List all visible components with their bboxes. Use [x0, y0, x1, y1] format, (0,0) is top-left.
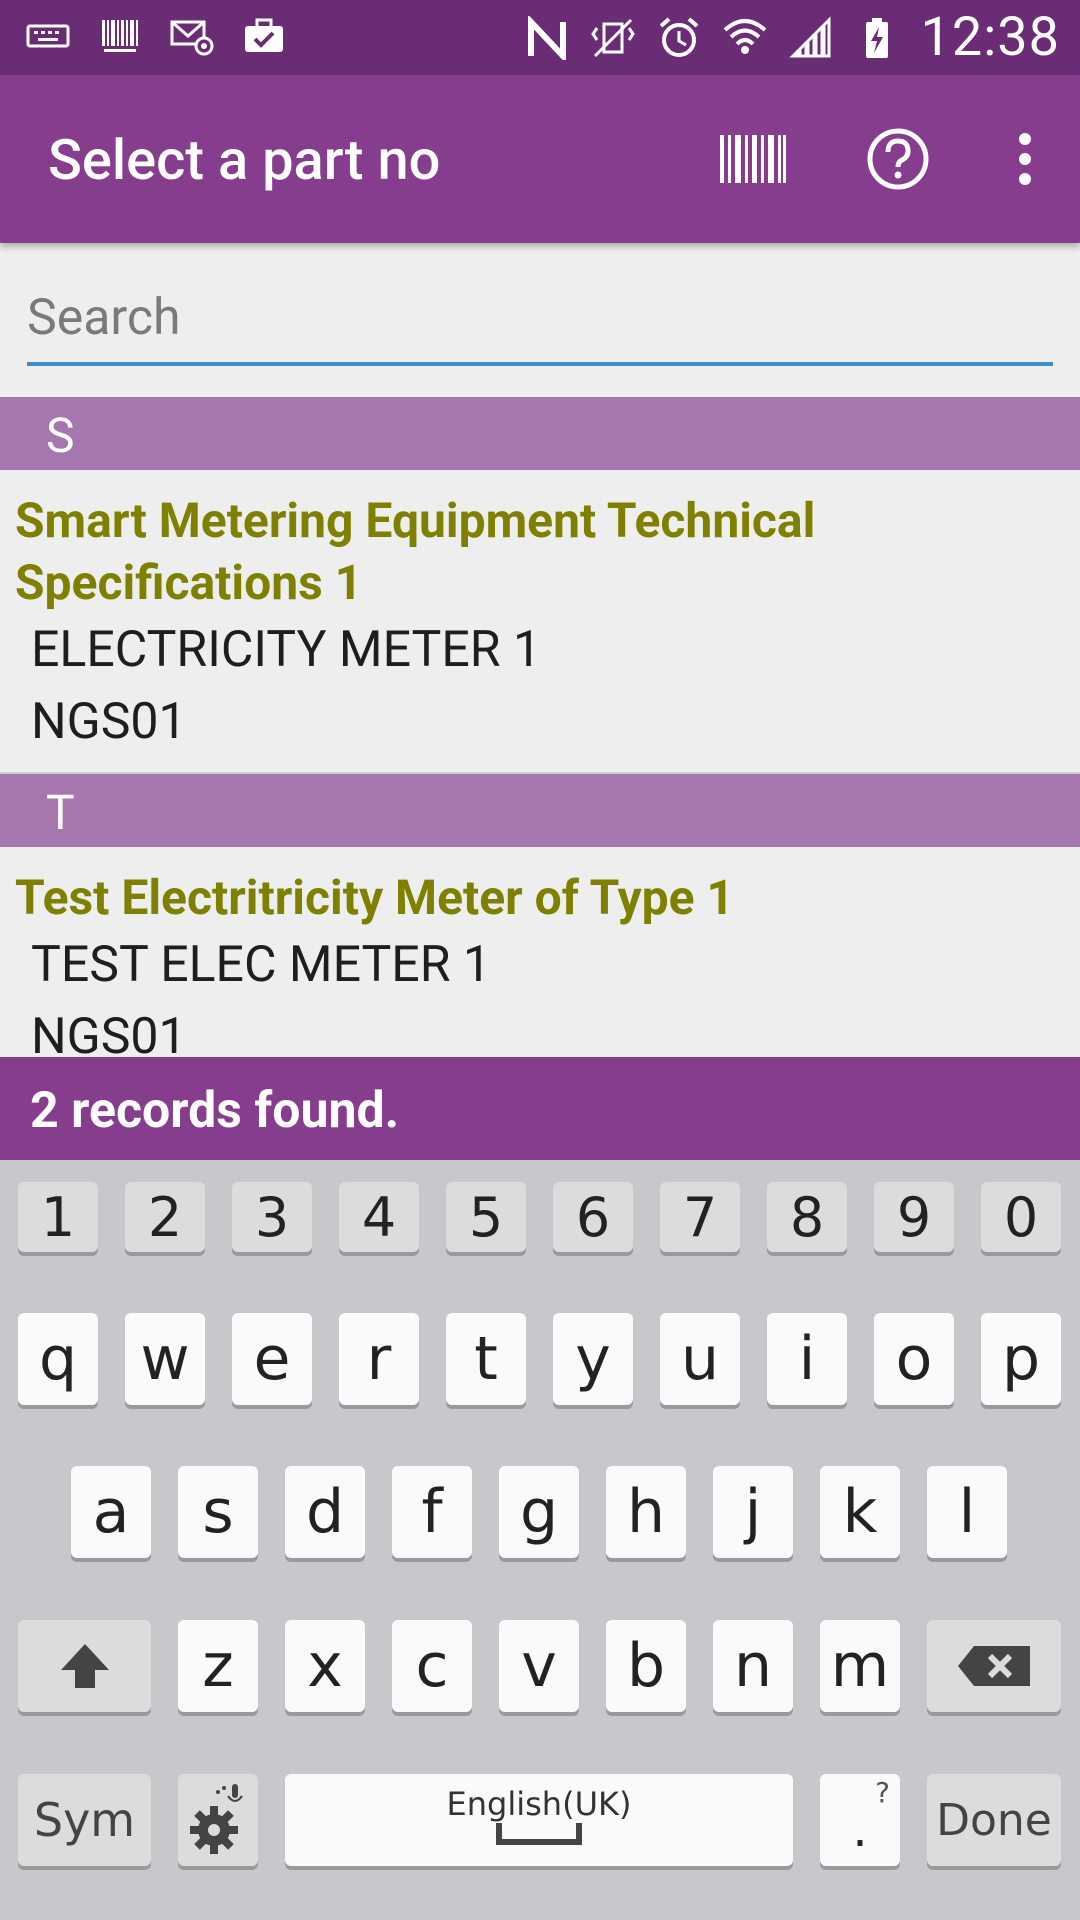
key-p[interactable]: p [981, 1313, 1061, 1405]
list-item[interactable]: Test Electritricity Meter of Type 1 TEST… [0, 847, 1080, 1057]
key-r[interactable]: r [339, 1313, 419, 1405]
period-label: . [852, 1802, 868, 1858]
key-w[interactable]: w [125, 1313, 205, 1405]
key-b[interactable]: b [606, 1620, 686, 1712]
sym-key[interactable]: Sym [18, 1774, 151, 1866]
clock: 12:38 [920, 6, 1060, 69]
item-title: Test Electritricity Meter of Type 1 [15, 869, 735, 926]
key-6[interactable]: 6 [553, 1182, 633, 1252]
section-header-t: T [0, 774, 1080, 847]
soft-keyboard: 1 2 3 4 5 6 7 8 9 0 q w e r t y u i o p … [0, 1160, 1080, 1920]
nfc-icon [527, 16, 566, 60]
wifi-icon [723, 19, 766, 54]
key-d[interactable]: d [285, 1466, 365, 1558]
vibrate-off-icon [590, 18, 635, 58]
key-q[interactable]: q [18, 1313, 98, 1405]
key-s[interactable]: s [178, 1466, 258, 1558]
key-2[interactable]: 2 [125, 1182, 205, 1252]
barcode-scan-icon [719, 135, 786, 183]
key-u[interactable]: u [660, 1313, 740, 1405]
key-5[interactable]: 5 [446, 1182, 526, 1252]
key-t[interactable]: t [446, 1313, 526, 1405]
key-f[interactable]: f [392, 1466, 472, 1558]
key-0[interactable]: 0 [981, 1182, 1061, 1252]
item-code: NGS01 [31, 693, 187, 751]
space-language-label: English(UK) [446, 1785, 632, 1823]
overflow-menu-button[interactable] [970, 75, 1080, 243]
barcode-scan-button[interactable] [680, 75, 825, 243]
key-o[interactable]: o [874, 1313, 954, 1405]
list-item[interactable]: Smart Metering Equipment Technical Speci… [0, 470, 1080, 772]
signal-icon [788, 16, 831, 58]
key-h[interactable]: h [606, 1466, 686, 1558]
item-description: TEST ELEC METER 1 [31, 936, 492, 994]
records-found-bar: 2 records found. [0, 1057, 1080, 1160]
key-c[interactable]: c [392, 1620, 472, 1712]
key-y[interactable]: y [553, 1313, 633, 1405]
key-i[interactable]: i [767, 1313, 847, 1405]
key-1[interactable]: 1 [18, 1182, 98, 1252]
item-title: Smart Metering Equipment Technical Speci… [15, 492, 816, 611]
key-g[interactable]: g [499, 1466, 579, 1558]
space-key[interactable]: English(UK) [285, 1774, 793, 1866]
done-key[interactable]: Done [927, 1774, 1061, 1866]
done-label: Done [936, 1794, 1052, 1846]
key-n[interactable]: n [713, 1620, 793, 1712]
shift-arrow-icon [60, 1644, 109, 1688]
key-a[interactable]: a [71, 1466, 151, 1558]
settings-key[interactable] [178, 1774, 258, 1866]
search-box [27, 270, 1053, 370]
battery-charging-icon [865, 18, 888, 58]
key-7[interactable]: 7 [660, 1182, 740, 1252]
help-icon [867, 128, 928, 190]
period-hint: ? [875, 1776, 890, 1809]
period-key[interactable]: ? . [820, 1774, 900, 1866]
shift-key[interactable] [18, 1620, 151, 1712]
key-9[interactable]: 9 [874, 1182, 954, 1252]
backspace-icon [958, 1646, 1030, 1686]
section-header-s: S [0, 397, 1080, 470]
item-code: NGS01 [31, 1008, 187, 1057]
key-v[interactable]: v [499, 1620, 579, 1712]
status-bar: 12:38 [0, 0, 1080, 75]
key-4[interactable]: 4 [339, 1182, 419, 1252]
keyboard-icon [26, 24, 70, 48]
search-input[interactable] [27, 270, 1053, 366]
page-title: Select a part no [48, 127, 441, 193]
key-m[interactable]: m [820, 1620, 900, 1712]
search-underline [27, 362, 1053, 366]
key-e[interactable]: e [232, 1313, 312, 1405]
key-z[interactable]: z [178, 1620, 258, 1712]
key-j[interactable]: j [713, 1466, 793, 1558]
backspace-key[interactable] [927, 1620, 1061, 1712]
key-8[interactable]: 8 [767, 1182, 847, 1252]
key-k[interactable]: k [820, 1466, 900, 1558]
alarm-icon [659, 17, 698, 57]
sym-label: Sym [33, 1793, 136, 1847]
key-x[interactable]: x [285, 1620, 365, 1712]
part-list: S Smart Metering Equipment Technical Spe… [0, 397, 1080, 1057]
app-bar: Select a part no [0, 75, 1080, 243]
mail-settings-icon [170, 20, 214, 56]
barcode-icon [102, 20, 138, 52]
gear-icon [190, 1784, 243, 1854]
help-button[interactable] [825, 75, 970, 243]
item-description: ELECTRICITY METER 1 [31, 621, 542, 679]
key-l[interactable]: l [927, 1466, 1007, 1558]
space-bar-icon [496, 1823, 582, 1845]
key-3[interactable]: 3 [232, 1182, 312, 1252]
overflow-menu-icon [1019, 133, 1031, 185]
briefcase-check-icon [245, 18, 283, 52]
